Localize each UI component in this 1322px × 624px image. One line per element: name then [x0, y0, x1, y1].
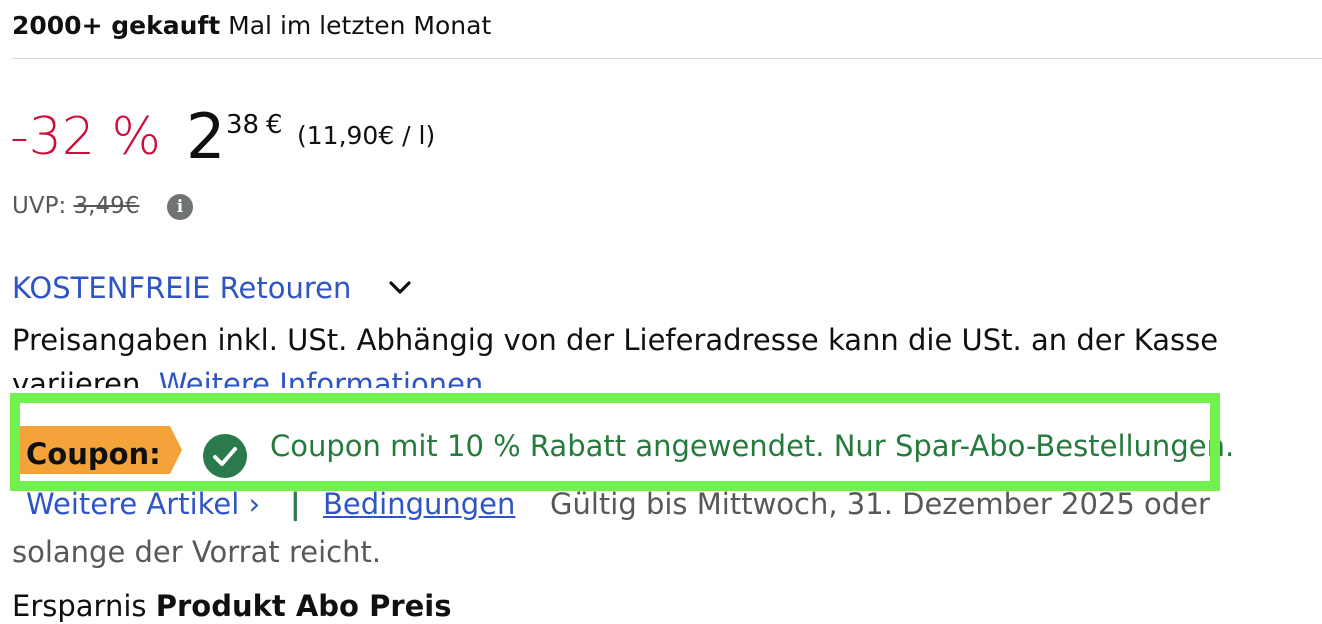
highlight-box: [10, 393, 1220, 491]
more-info-link[interactable]: Weitere Informationen: [159, 367, 484, 388]
cutoff-text: Ersparnis Produkt Abo Preis: [12, 588, 452, 624]
cutoff-normal: Ersparnis: [12, 589, 147, 623]
separator: |: [290, 487, 301, 521]
unit-price: (11,90€ / l): [297, 121, 436, 150]
cutoff-bold: Produkt Abo Preis: [155, 589, 452, 623]
info-icon[interactable]: i: [167, 194, 193, 220]
free-returns-link[interactable]: KOSTENFREIE Retouren: [12, 270, 351, 306]
coupon-validity-line2: solange der Vorrat reicht.: [12, 535, 382, 569]
chevron-down-icon[interactable]: [388, 278, 412, 298]
discount-percentage: -32 %: [10, 107, 161, 167]
price-fraction: 38: [226, 110, 260, 140]
bought-count-bold: 2000+ gekauft: [12, 11, 221, 40]
uvp-value: 3,49€: [73, 193, 140, 219]
uvp-price: UVP: 3,49€: [12, 190, 139, 222]
bought-count-rest: Mal im letzten Monat: [228, 11, 492, 40]
coupon-validity: Gültig bis Mittwoch, 31. Dezember 2025 o…: [550, 487, 1210, 521]
price-whole: 2: [186, 100, 226, 173]
divider: [12, 58, 1322, 59]
bought-count: 2000+ gekauft Mal im letzten Monat: [12, 10, 491, 42]
tax-info-varies: variieren.: [12, 367, 150, 388]
tax-info-text-line2: variieren. Weitere Informationen: [12, 366, 483, 388]
terms-link[interactable]: Bedingungen: [323, 486, 515, 522]
price-currency: €: [266, 110, 283, 140]
tax-info-text: Preisangaben inkl. USt. Abhängig von der…: [12, 323, 1219, 357]
uvp-label: UVP:: [12, 193, 67, 219]
more-items-link[interactable]: Weitere Artikel ›: [26, 486, 260, 522]
